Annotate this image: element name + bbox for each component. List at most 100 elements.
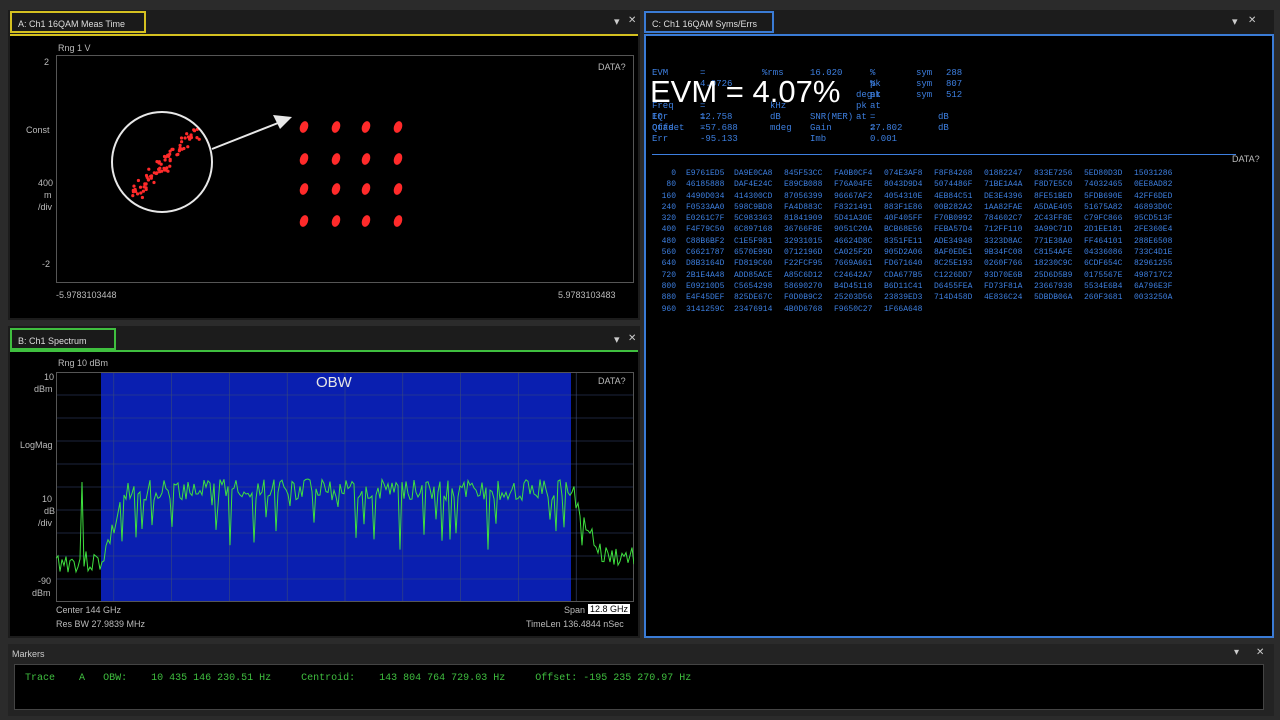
symbols-cell: F76A04FE (834, 180, 873, 190)
scatter-point (189, 135, 194, 140)
scatter-point (144, 173, 149, 178)
panel-b-tab[interactable]: B: Ch1 Spectrum (10, 328, 116, 350)
symbols-cell: 25D6D5B9 (1034, 270, 1073, 280)
panel-c-tab[interactable]: C: Ch1 16QAM Syms/Errs (644, 11, 774, 33)
symbols-row: 160 4490D034 414300CD 87056399 96667AF2 40543… (648, 191, 1208, 202)
symbols-cell: 0712196D (784, 248, 823, 258)
res-bw: Res BW 27.9839 MHz (56, 619, 146, 629)
panel-b-y-bottom-unit: dBm (32, 588, 51, 598)
symbols-cell: 36766F8E (784, 225, 823, 235)
symbols-cell: 498717C2 (1134, 270, 1173, 280)
scatter-point (136, 178, 140, 183)
panel-a-x-right: 5.9783103483 (558, 290, 616, 300)
panel-b-y-top: 10 (44, 372, 55, 382)
panel-b-data-tag: DATA? (598, 376, 626, 386)
symbols-row: 960 3141259C 23476914 4B0D6768 F9650C27 1F66A… (648, 304, 1208, 315)
symbols-cell: 5ED80D3D (1084, 169, 1123, 178)
symbols-cell: 8043D9D4 (884, 180, 923, 190)
panel-a-pin-icon[interactable]: ▾ (614, 15, 620, 28)
markers-readout: Trace A OBW: 10 435 146 230.51 Hz Centro… (14, 664, 1264, 710)
panel-a-y-bottom: -2 (42, 259, 51, 269)
symbols-cell: 712FF110 (984, 225, 1023, 235)
symbols-cell: 95CD513F (1134, 214, 1173, 224)
scatter-point (158, 170, 162, 174)
symbols-cell: C8154AFE (1034, 248, 1073, 258)
symbols-cell: FA0B0CF4 (834, 169, 873, 178)
span-value[interactable]: 12.8 GHz (588, 604, 631, 614)
symbols-cell: F0533AA0 (686, 202, 725, 212)
panel-c-close-icon[interactable]: ✕ (1248, 15, 1256, 26)
spectrum-plot (56, 372, 634, 602)
symbols-cell: ADE34948 (934, 236, 973, 246)
symbols-cell: F9650C27 (834, 304, 873, 314)
symbols-cell: 23667938 (1034, 281, 1073, 291)
symbols-cell: 81841909 (784, 214, 823, 224)
symbols-row-index: 160 (661, 191, 676, 201)
markers-pin-icon[interactable]: ▾ (1234, 647, 1239, 658)
symbols-cell: F22FCF95 (784, 259, 823, 269)
symbols-row-index: 0 (671, 169, 676, 178)
symbols-row: 720 2B1E4A48 ADD85ACE A85C6D12 C24642A7 CDA67… (648, 270, 1208, 281)
scatter-point (192, 128, 196, 132)
symbols-cell: 8351FE11 (884, 236, 923, 246)
symbols-cell: FD819C60 (734, 259, 773, 269)
scatter-point (163, 158, 167, 162)
panel-b-pin-icon[interactable]: ▾ (614, 333, 620, 346)
symbols-row-index: 960 (661, 304, 676, 314)
symbols-cell: 96667AF2 (834, 191, 873, 201)
symbols-cell: 883F1E86 (884, 202, 923, 212)
symbols-row-index: 400 (661, 225, 676, 235)
symbols-row-index: 640 (661, 259, 676, 269)
symbols-cell: DA9E0CA8 (734, 169, 773, 178)
symbols-cell: B4D45118 (834, 281, 873, 291)
panel-b-close-icon[interactable]: ✕ (628, 333, 636, 344)
symbols-cell: 8C25E193 (934, 259, 973, 269)
panel-a-close-icon[interactable]: ✕ (628, 15, 636, 26)
symbols-cell: 82961255 (1134, 259, 1173, 269)
scatter-point (170, 147, 174, 151)
symbols-cell: 87056399 (784, 191, 823, 201)
symbols-cell: 01882247 (984, 169, 1023, 178)
symbols-cell: E0261C7F (686, 214, 725, 224)
symbols-cell: 0260F766 (984, 259, 1023, 269)
scatter-point (147, 167, 151, 171)
scatter-point (182, 146, 186, 151)
markers-close-icon[interactable]: ✕ (1256, 647, 1264, 658)
span-label: Span (564, 605, 586, 615)
symbols-cell: 15031286 (1134, 169, 1173, 178)
symbols-cell: FD671640 (884, 259, 923, 269)
time-len: TimeLen 136.4844 nSec (526, 619, 624, 629)
symbols-cell: 4490D034 (686, 191, 725, 201)
symbols-cell: 71BE1A4A (984, 180, 1023, 190)
symbols-cell: 58690270 (784, 281, 823, 291)
symbols-cell: A5DAE405 (1034, 202, 1073, 212)
symbols-cell: 260F3681 (1084, 293, 1123, 303)
panel-a-tab[interactable]: A: Ch1 16QAM Meas Time (10, 11, 146, 33)
symbols-row: 480 C88B6BF2 C1E5F981 32931015 46624D8C 8351F… (648, 236, 1208, 247)
symbols-cell: F4F79C50 (686, 225, 725, 235)
symbols-cell: C1226DD7 (934, 270, 973, 280)
scatter-point (168, 164, 172, 168)
symbols-row-index: 880 (661, 293, 676, 303)
panel-a-y-mid-unit2: /div (38, 202, 53, 212)
panel-a-y-top: 2 (44, 57, 50, 67)
symbols-cell: 9B34FC08 (984, 248, 1023, 258)
marker-centroid-value: 143 804 764 729.03 Hz (379, 673, 506, 684)
symbols-cell: BCB68E56 (884, 225, 923, 235)
symbols-cell: 825DE67C (734, 293, 773, 303)
panel-a-x-left: -5.9783103448 (56, 290, 117, 300)
panel-c-pin-icon[interactable]: ▾ (1232, 15, 1238, 28)
panel-a-y-label: Const (26, 125, 50, 135)
panel-b-y-scale-unit1: dB (44, 506, 56, 516)
scatter-point (149, 176, 153, 180)
symbols-row: 320 E0261C7F 5C983363 81841909 5D41A30E 40F40… (648, 213, 1208, 224)
panel-b-y-scale-unit2: /div (38, 518, 53, 528)
symbols-cell: 3141259C (686, 304, 725, 314)
scatter-point (166, 153, 170, 157)
symbols-cell: A85C6D12 (784, 270, 823, 280)
symbols-cell: 04336086 (1084, 248, 1123, 258)
scatter-point (132, 184, 136, 188)
separator-line (652, 154, 1236, 155)
symbols-cell: 2D1EE181 (1084, 225, 1123, 235)
symbols-cell: 0EE8AD82 (1134, 180, 1173, 190)
